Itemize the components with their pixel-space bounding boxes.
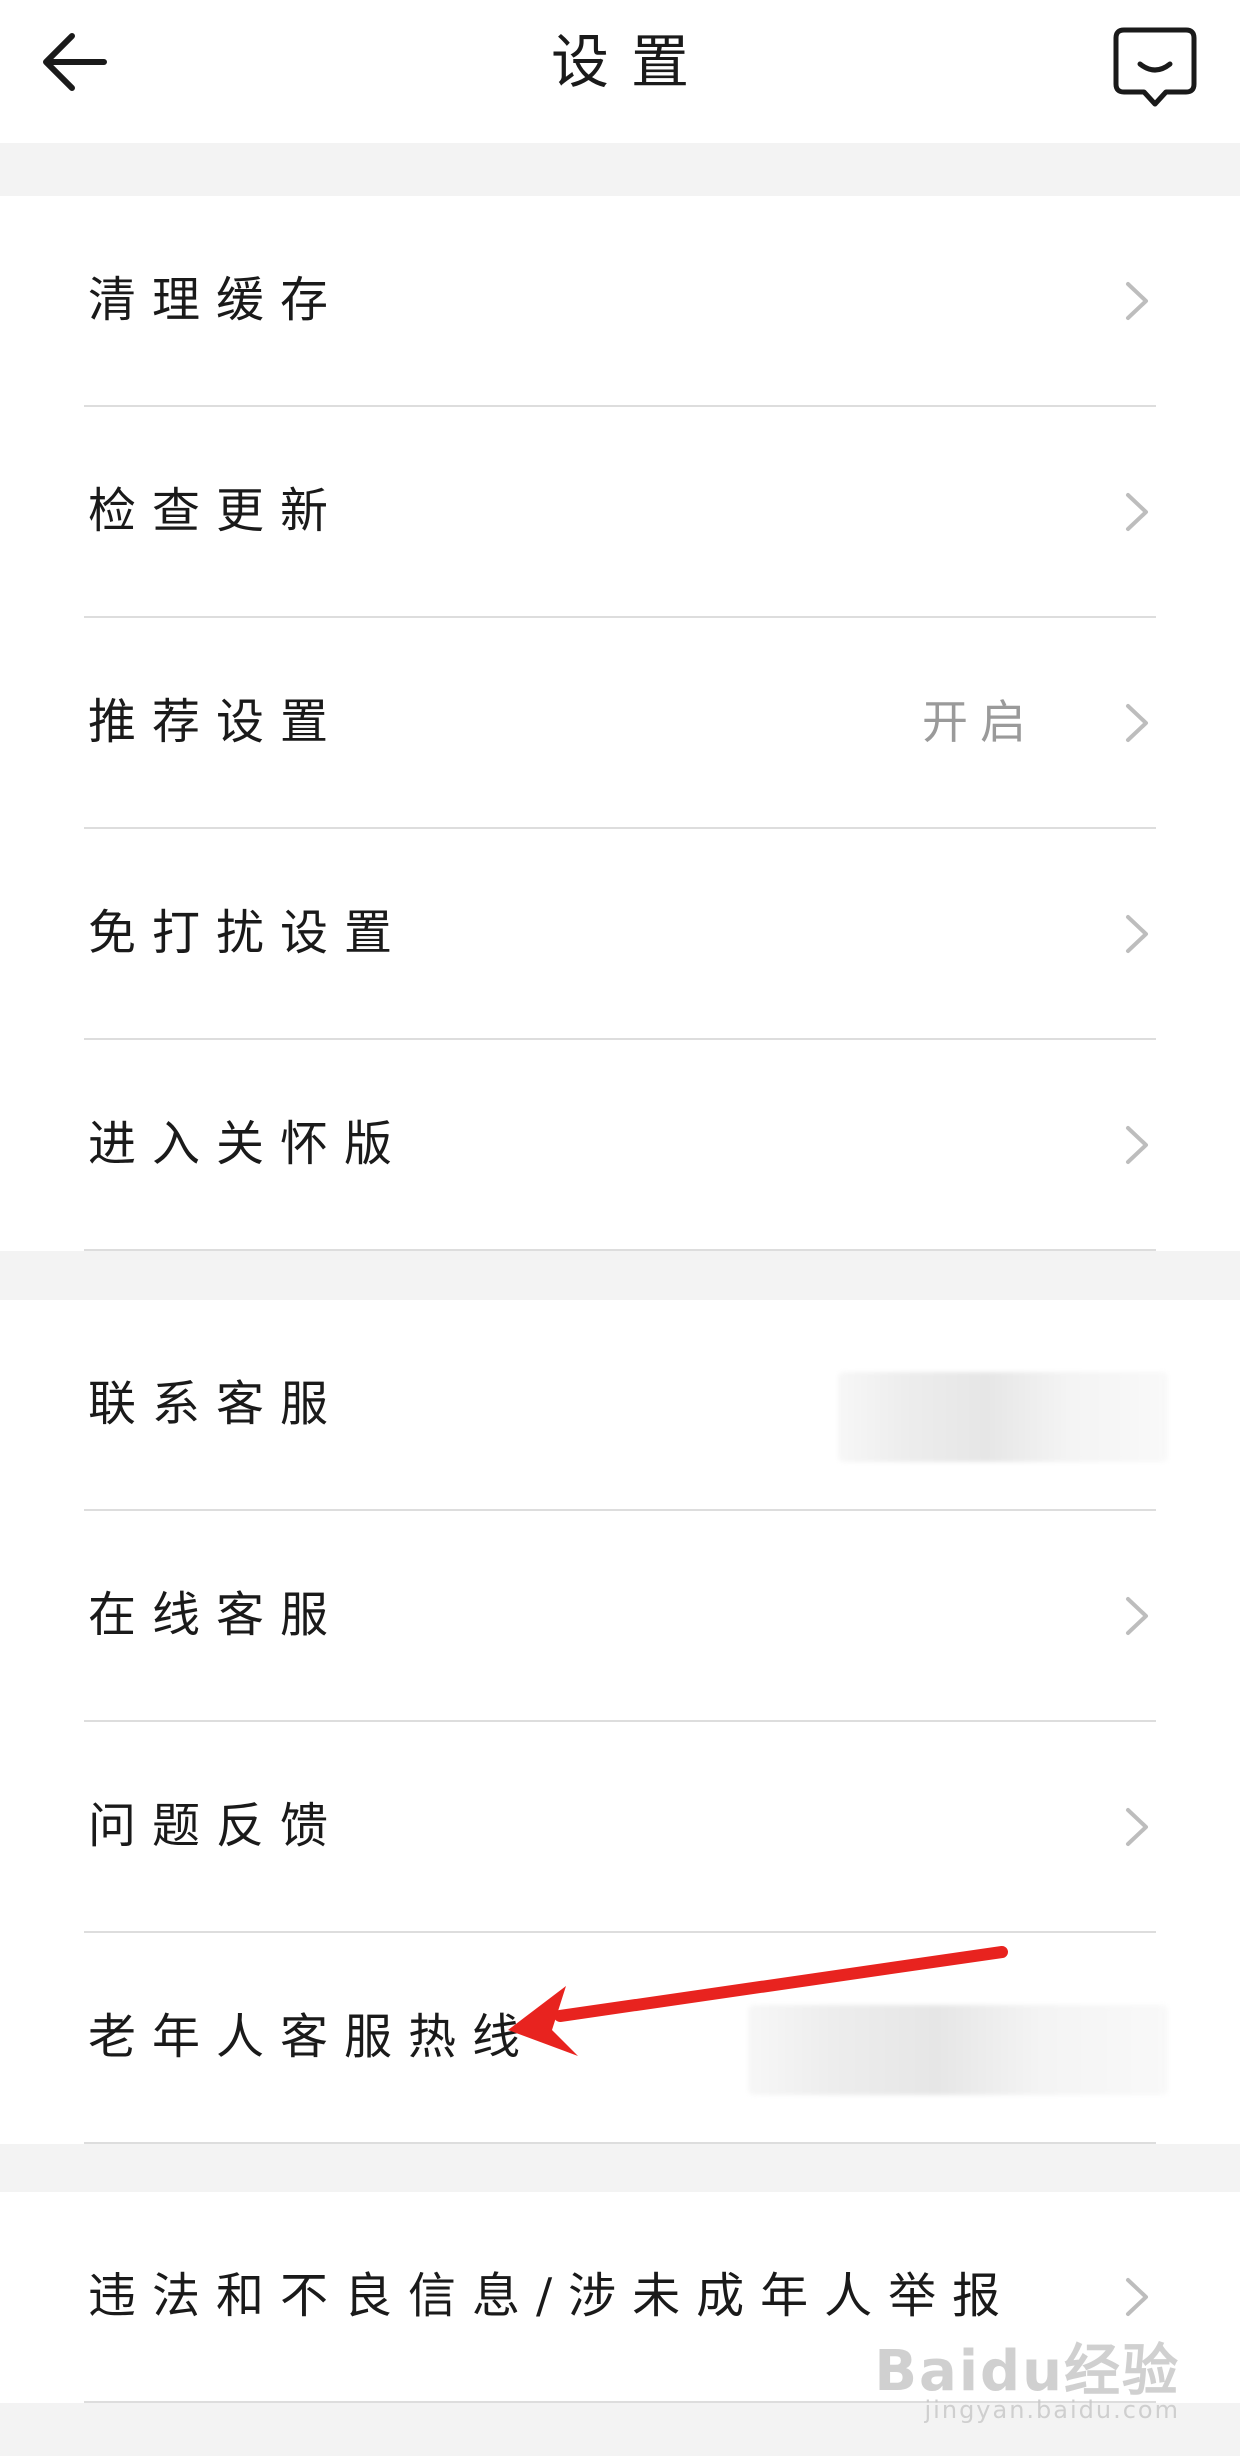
clear-cache-item[interactable]: 清理缓存 — [84, 196, 1156, 407]
watermark-main-text: Baidu经验 — [874, 2339, 1180, 2404]
check-update-item[interactable]: 检查更新 — [84, 407, 1156, 618]
care-mode-item[interactable]: 进入关怀版 — [84, 1040, 1156, 1251]
item-label: 老年人客服热线 — [88, 2009, 537, 2065]
recommend-settings-item[interactable]: 推荐设置 开启 — [84, 618, 1156, 829]
settings-group-general: 清理缓存 检查更新 推荐设置 开启 免打扰设置 进入关怀版 — [0, 196, 1240, 1251]
item-label: 免打扰设置 — [88, 905, 409, 961]
chevron-right-icon — [1126, 704, 1148, 742]
elderly-hotline-item[interactable]: 老年人客服热线 — [84, 1933, 1168, 2144]
contact-service-item[interactable]: 联系客服 — [84, 1300, 1168, 1511]
item-label: 推荐设置 — [88, 694, 345, 750]
item-label: 问题反馈 — [88, 1798, 345, 1854]
item-label: 清理缓存 — [88, 272, 345, 328]
feedback-item[interactable]: 问题反馈 — [84, 1722, 1156, 1933]
chevron-right-icon — [1126, 2278, 1148, 2316]
item-label: 检查更新 — [88, 483, 345, 539]
blurred-phone-number — [748, 2005, 1168, 2095]
online-service-item[interactable]: 在线客服 — [84, 1511, 1156, 1722]
item-label: 进入关怀版 — [88, 1116, 409, 1172]
chevron-right-icon — [1126, 1126, 1148, 1164]
watermark-sub-text: jingyan.baidu.com — [924, 2396, 1180, 2424]
chevron-right-icon — [1126, 493, 1148, 531]
page-title: 设置 — [550, 28, 711, 96]
chevron-right-icon — [1126, 1808, 1148, 1846]
blurred-phone-number — [838, 1372, 1168, 1462]
do-not-disturb-item[interactable]: 免打扰设置 — [84, 829, 1156, 1040]
watermark-logo: Baidu经验 jingyan.baidu.com — [840, 2326, 1180, 2436]
customer-service-icon[interactable] — [1110, 22, 1200, 112]
chevron-right-icon — [1126, 1597, 1148, 1635]
chevron-right-icon — [1126, 282, 1148, 320]
chevron-right-icon — [1126, 915, 1148, 953]
app-header: 设置 — [0, 0, 1240, 143]
recommend-status-value: 开启 — [922, 695, 1038, 749]
item-label: 在线客服 — [88, 1587, 345, 1643]
settings-group-service: 联系客服 在线客服 问题反馈 老年人客服热线 — [0, 1300, 1240, 2144]
item-label: 联系客服 — [88, 1376, 345, 1432]
